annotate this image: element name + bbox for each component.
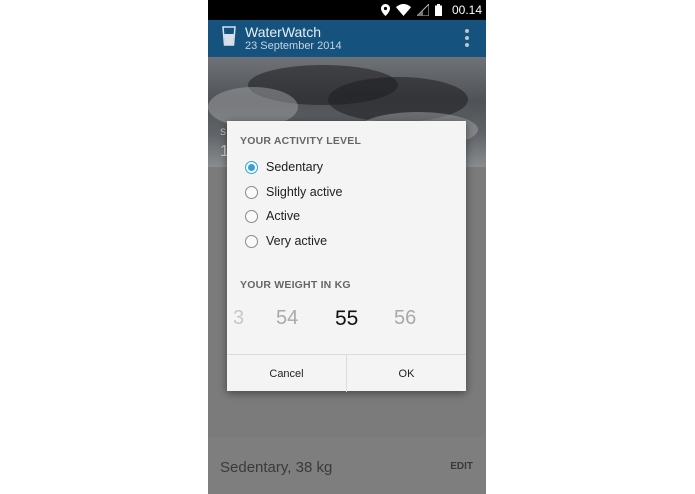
water-glass-icon [222,26,236,46]
app-title: WaterWatch [245,24,321,40]
app-bar: WaterWatch 23 September 2014 [208,20,486,57]
radio-very-active[interactable]: Very active [245,232,327,250]
signal-icon [417,4,429,16]
picker-value-partial: 3 [233,307,245,329]
battery-icon [435,4,442,16]
hero-caption: S [220,127,227,137]
weight-number-picker[interactable]: 3 54 55 56 [227,301,466,337]
radio-label: Very active [266,234,328,248]
dialog-button-bar: Cancel OK [227,354,466,392]
profile-summary: Sedentary, 38 kg [220,459,333,476]
radio-label: Active [266,209,301,223]
radio-sedentary[interactable]: Sedentary [245,158,323,176]
radio-active[interactable]: Active [245,207,300,225]
radio-unchecked-icon [245,209,258,223]
ok-button[interactable]: OK [346,355,466,392]
profile-summary-card: Sedentary, 38 kg EDIT [208,437,486,494]
profile-dialog: YOUR ACTIVITY LEVEL Sedentary Slightly a… [227,121,466,392]
status-icons [381,3,442,17]
picker-value-prev[interactable]: 54 [276,307,298,330]
status-clock: 00.14 [451,3,482,17]
location-icon [381,4,390,16]
radio-slightly-active[interactable]: Slightly active [245,183,342,201]
radio-label: Sedentary [266,160,323,174]
overflow-menu-icon[interactable] [464,29,470,47]
activity-level-title: YOUR ACTIVITY LEVEL [240,135,362,147]
picker-value-next[interactable]: 56 [394,307,416,330]
radio-unchecked-icon [245,234,258,248]
wifi-icon [396,4,411,16]
app-date: 23 September 2014 [245,40,342,52]
edit-button[interactable]: EDIT [450,461,473,472]
radio-checked-icon [245,160,258,174]
status-bar: 00.14 [208,0,486,20]
picker-value-current: 55 [335,307,359,330]
radio-unchecked-icon [245,185,258,199]
cancel-button[interactable]: Cancel [227,355,346,392]
radio-label: Slightly active [266,185,343,199]
weight-title: YOUR WEIGHT IN KG [240,279,351,291]
